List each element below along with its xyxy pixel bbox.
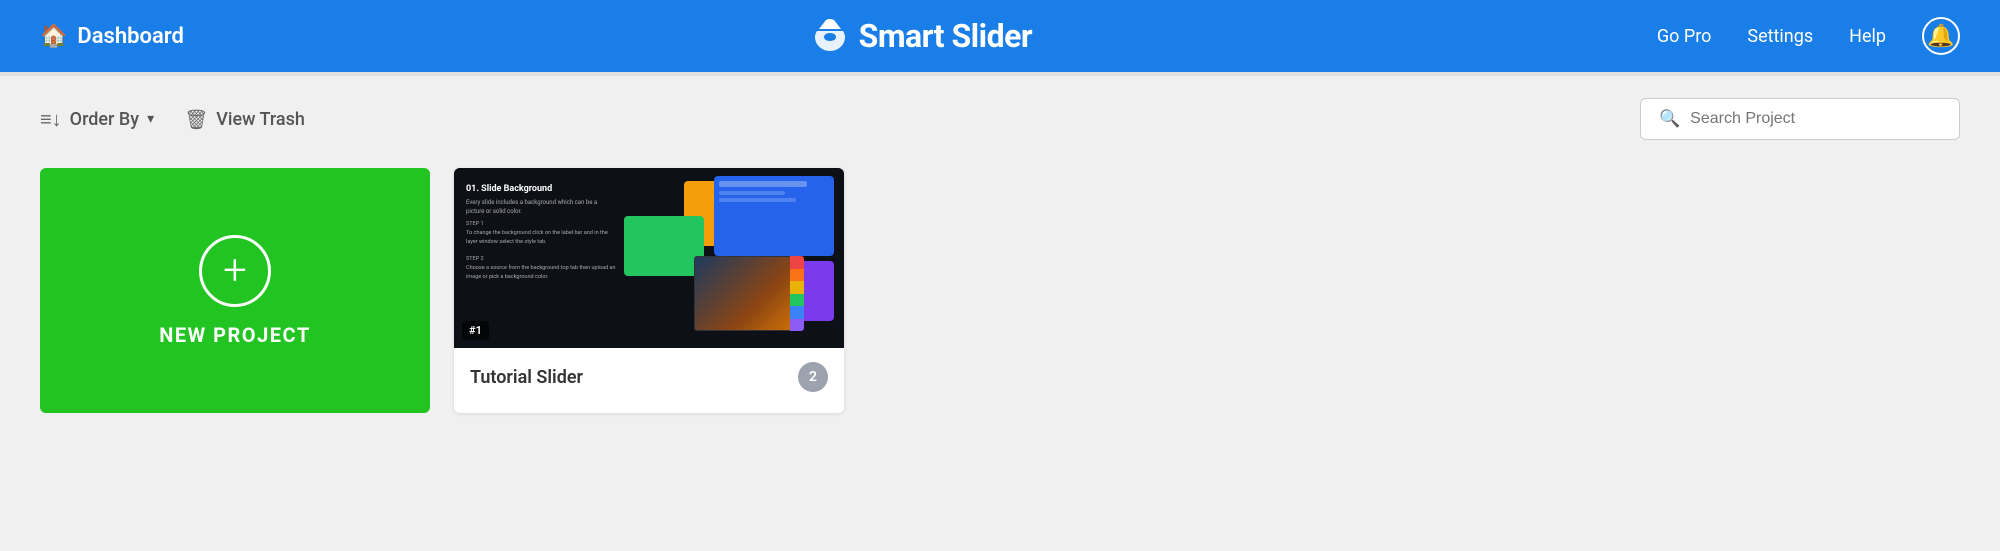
slider-card-footer: Tutorial Slider 2 xyxy=(454,348,844,406)
thumbnail-inner: 01. Slide Background Every slide include… xyxy=(454,168,844,348)
new-project-label: NEW PROJECT xyxy=(159,323,310,347)
toolbar: ≡↓ Order By ▾ 🗑 View Trash 🔍 xyxy=(0,76,2000,158)
slider-title: Tutorial Slider xyxy=(470,367,583,388)
new-project-card[interactable]: + NEW PROJECT xyxy=(40,168,430,413)
order-by-button[interactable]: ≡↓ Order By ▾ xyxy=(40,107,154,132)
search-icon: 🔍 xyxy=(1659,109,1680,129)
thumb-image-panel xyxy=(694,256,804,331)
home-icon: 🏠 xyxy=(40,24,67,49)
notifications-bell[interactable]: 🔔 xyxy=(1922,17,1960,55)
smart-slider-logo-icon xyxy=(809,15,851,57)
thumb-color-strip xyxy=(790,256,804,331)
view-trash-button[interactable]: 🗑 View Trash xyxy=(184,108,305,131)
slider-id-badge: #1 xyxy=(462,321,489,340)
trash-icon: 🗑 xyxy=(184,108,208,131)
dashboard-nav[interactable]: 🏠 Dashboard xyxy=(40,24,184,49)
order-by-label: Order By xyxy=(70,109,139,130)
thumbnail-text-panel: 01. Slide Background Every slide include… xyxy=(466,184,616,282)
slider-card-tutorial[interactable]: 01. Slide Background Every slide include… xyxy=(454,168,844,413)
thumb-cards xyxy=(624,176,834,341)
plus-circle-icon: + xyxy=(199,235,271,307)
order-by-chevron-icon: ▾ xyxy=(147,111,154,127)
help-button[interactable]: Help xyxy=(1849,26,1886,47)
thumb-steps: STEP 1 To change the background click on… xyxy=(466,220,616,282)
bell-icon-glyph: 🔔 xyxy=(1927,24,1954,49)
thumb-body: Every slide includes a background which … xyxy=(466,198,616,216)
app-header: 🏠 Dashboard Smart Slider Go Pro Settings… xyxy=(0,0,2000,72)
header-nav-right: Go Pro Settings Help 🔔 xyxy=(1657,17,1960,55)
go-pro-button[interactable]: Go Pro xyxy=(1657,26,1712,47)
thumb-card-green xyxy=(624,216,704,276)
logo-text: Smart Slider xyxy=(859,17,1032,55)
search-input[interactable] xyxy=(1690,110,1941,128)
logo: Smart Slider xyxy=(809,15,1032,57)
thumb-title: 01. Slide Background xyxy=(466,184,616,194)
projects-grid: + NEW PROJECT 01. Slide Background Every… xyxy=(0,158,2000,453)
search-box[interactable]: 🔍 xyxy=(1640,98,1960,140)
thumb-card-blue xyxy=(714,176,834,256)
logo-area: Smart Slider xyxy=(809,15,1032,57)
slider-count-badge: 2 xyxy=(798,362,828,392)
view-trash-label: View Trash xyxy=(216,109,305,130)
slider-thumbnail: 01. Slide Background Every slide include… xyxy=(454,168,844,348)
settings-button[interactable]: Settings xyxy=(1747,26,1813,47)
dashboard-label[interactable]: Dashboard xyxy=(77,24,183,49)
toolbar-left: ≡↓ Order By ▾ 🗑 View Trash xyxy=(40,107,305,132)
sort-icon: ≡↓ xyxy=(40,107,62,132)
